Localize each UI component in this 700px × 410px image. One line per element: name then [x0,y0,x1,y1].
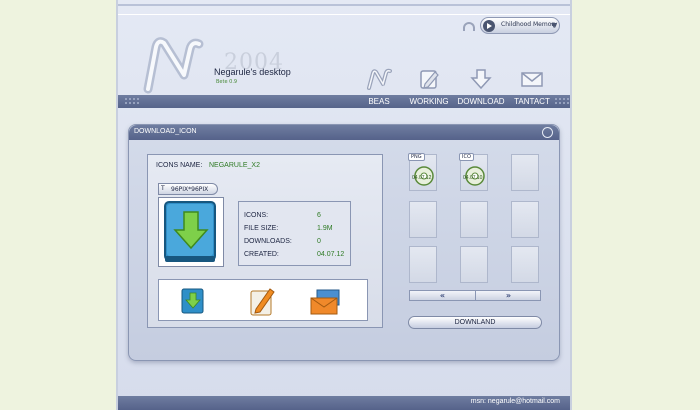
file-cell-empty [460,246,488,283]
top-divider [118,4,570,6]
nav-item-download[interactable]: DOWNLOAD [456,97,506,106]
download-book-icon [164,201,216,262]
size-tab-marker: T [161,185,165,192]
info-value: 04.07.12 [317,251,345,258]
file-cell-ico[interactable]: ICO 04.07.10 [459,153,488,191]
icons-name-value: NEGARULE_X2 [209,162,260,169]
envelope-icon[interactable] [519,68,545,90]
file-cell-empty [511,154,539,191]
dot-pattern [124,97,140,106]
info-label: ICONS: [244,212,269,219]
file-cell-empty [511,246,539,283]
file-cell-empty [409,201,437,238]
n-logo-icon[interactable] [366,68,392,90]
info-label: FILE SIZE: [244,225,279,232]
icon-preview [158,197,224,267]
icons-name-label: ICONS NAME: [156,162,203,169]
version-label: Bete 0.9 [216,79,238,85]
nav-item-working[interactable]: WORKING [404,97,454,106]
info-label: CREATED: [244,251,279,258]
refresh-icon[interactable] [542,127,553,138]
info-value: 0 [317,238,321,245]
download-panel: DOWNLOAD_ICON ICONS NAME: NEGARULE_X2 T … [128,124,560,361]
n-logo-icon [143,37,204,94]
info-label: DOWNLOADS: [244,238,292,245]
top-divider-highlight [118,14,570,15]
download-button[interactable]: DOWNLAND [408,316,542,329]
contact-email[interactable]: msn: negarule@hotmail.com [471,398,560,405]
file-cell-empty [460,201,488,238]
file-date: 04.07.12 [412,175,432,181]
music-player[interactable]: Childhood Memory [480,17,560,34]
mail-icon[interactable] [309,288,343,316]
next-page-button[interactable]: » [476,291,541,300]
info-value: 6 [317,212,321,219]
icon-details-box: ICONS NAME: NEGARULE_X2 T 96PIX*96PIX IC… [147,154,383,328]
size-tab[interactable]: T 96PIX*96PIX [158,183,218,195]
file-cell-empty [409,246,437,283]
icon-info-box: ICONS: 6 FILE SIZE: 1.9M DOWNLOADS: 0 CR… [238,201,351,266]
download-arrow-icon[interactable] [468,68,494,90]
nav-item-tantact[interactable]: TANTACT [507,97,557,106]
play-icon[interactable] [483,20,495,32]
panel-header: DOWNLOAD_ICON [129,125,559,140]
chevron-down-icon[interactable] [551,23,557,28]
pencil-icon[interactable] [416,68,442,90]
format-tag: PNG [408,153,425,161]
file-date: 04.07.10 [463,175,483,181]
panel-title: DOWNLOAD_ICON [134,128,197,135]
file-cell-png[interactable]: PNG 04.07.12 [408,153,437,191]
desktop-page: Childhood Memory 2004 Negarule's desktop… [116,0,572,410]
format-tag: ICO [459,153,474,161]
prev-page-button[interactable]: « [410,291,475,300]
info-value: 1.9M [317,225,333,232]
nav-item-beas[interactable]: BEAS [354,97,404,106]
pager: « » [409,290,541,301]
headphones-icon[interactable] [463,22,475,31]
player-track-label: Childhood Memory [501,21,558,28]
pencil-note-icon[interactable] [247,285,277,317]
site-title: Negarule's desktop [214,67,291,77]
footer-bar: msn: negarule@hotmail.com [118,396,570,410]
size-tab-label: 96PIX*96PIX [171,186,209,193]
icon-thumbnails [158,279,368,321]
download-book-icon[interactable] [179,287,207,315]
file-cell-empty [511,201,539,238]
